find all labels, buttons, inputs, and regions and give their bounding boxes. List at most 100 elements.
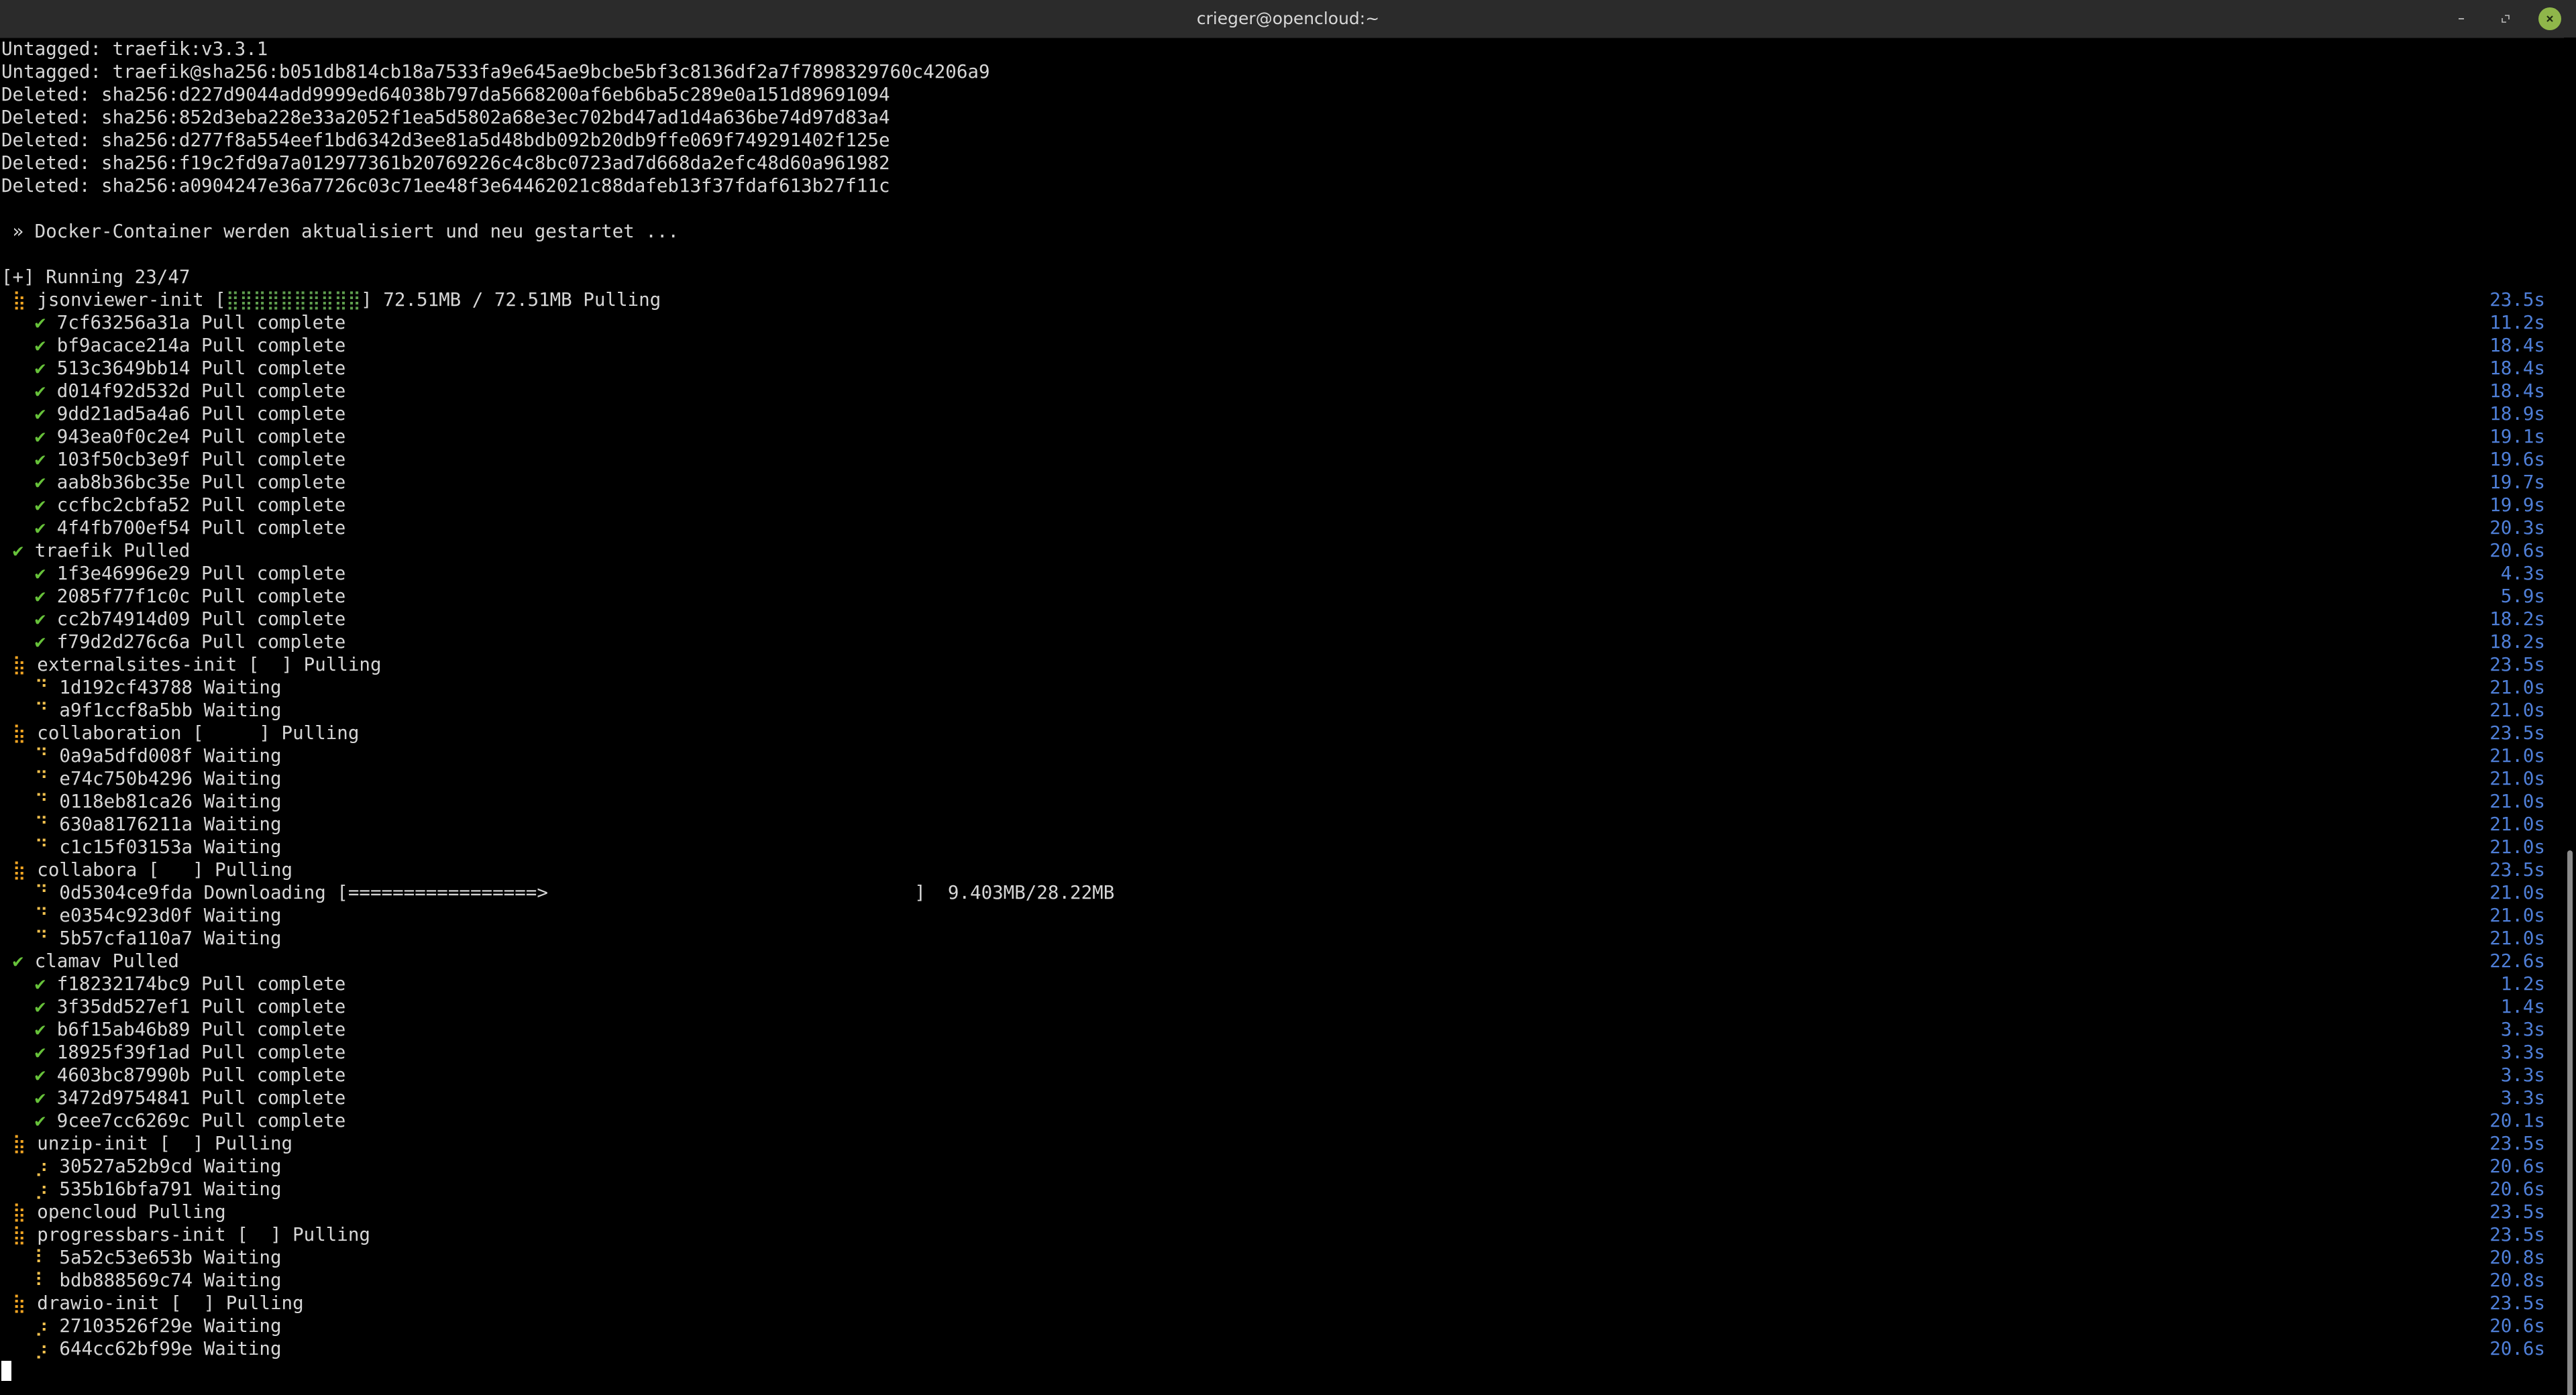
status-line: ⠙ a9f1ccf8a5bb Waiting 21.0s: [0, 699, 2564, 722]
status-line-content: ✔ 4603bc87990b Pull complete: [1, 1064, 346, 1086]
status-line-content: ✔ 3f35dd527ef1 Pull complete: [1, 995, 346, 1018]
waiting-spinner-icon: ⠙: [34, 768, 48, 789]
status-text: externalsites-init [ ] Pulling: [37, 654, 382, 675]
status-line-content: ✔ 943ea0f0c2e4 Pull complete: [1, 425, 346, 448]
status-text: 5a52c53e653b Waiting: [59, 1247, 282, 1268]
status-text: 9cee7cc6269c Pull complete: [56, 1110, 346, 1131]
status-line-content: ⣷ drawio-init [ ] Pulling: [1, 1292, 304, 1315]
terminal-line-text: Untagged: traefik@sha256:b051db814cb18a7…: [1, 61, 990, 82]
terminal-line-text: Deleted: sha256:a0904247e36a7726c03c71ee…: [1, 175, 890, 197]
status-line-content: ✔ aab8b36bc35e Pull complete: [1, 471, 346, 494]
duration-label: 19.7s: [2489, 471, 2545, 493]
status-line: ✔ f18232174bc9 Pull complete 1.2s: [0, 972, 2564, 995]
status-text: 3f35dd527ef1 Pull complete: [56, 996, 346, 1017]
terminal-line-text: Deleted: sha256:852d3eba228e33a2052f1ea5…: [1, 107, 890, 128]
terminal-line-text: Deleted: sha256:f19c2fd9a7a012977361b207…: [1, 152, 890, 174]
scrollbar[interactable]: [2564, 38, 2576, 1395]
status-line-content: ⣷ collabora [ ] Pulling: [1, 858, 293, 881]
minimize-icon: [2459, 18, 2464, 19]
status-line: ✔ 3472d9754841 Pull complete 3.3s: [0, 1086, 2564, 1109]
prompt-line[interactable]: [0, 1360, 2564, 1383]
status-text: drawio-init [ ] Pulling: [37, 1292, 304, 1314]
status-line: ✔ f79d2d276c6a Pull complete 18.2s: [0, 630, 2564, 653]
status-text: b6f15ab46b89 Pull complete: [56, 1019, 346, 1040]
status-line: ✔ b6f15ab46b89 Pull complete 3.3s: [0, 1018, 2564, 1041]
waiting-spinner-icon: ⡰: [34, 1178, 48, 1200]
status-line: ⣷ drawio-init [ ] Pulling 23.5s: [0, 1292, 2564, 1315]
maximize-icon: [2502, 15, 2510, 23]
terminal-line: Deleted: sha256:d277f8a554eef1bd6342d3ee…: [0, 129, 2564, 152]
status-line: ✔ ccfbc2cbfa52 Pull complete 19.9s: [0, 494, 2564, 516]
status-line-content: ✔ 103f50cb3e9f Pull complete: [1, 448, 346, 471]
status-line: ⠙ 630a8176211a Waiting 21.0s: [0, 813, 2564, 836]
status-line-content: ✔ 7cf63256a31a Pull complete: [1, 311, 346, 334]
status-text: aab8b36bc35e Pull complete: [56, 471, 346, 493]
status-text: e74c750b4296 Waiting: [59, 768, 282, 789]
status-line: ⠙ e74c750b4296 Waiting 21.0s: [0, 767, 2564, 790]
status-text: unzip-init [ ] Pulling: [37, 1133, 293, 1154]
terminal-line-text: Deleted: sha256:d227d9044add9999ed64038b…: [1, 84, 890, 105]
title-bar[interactable]: crieger@opencloud:~: [0, 0, 2576, 38]
check-icon: ✔: [34, 494, 46, 516]
spinner-icon: ⣷: [12, 1224, 26, 1245]
status-text: 27103526f29e Waiting: [59, 1315, 282, 1337]
status-line-content: ⠇ 5a52c53e653b Waiting: [1, 1246, 282, 1269]
status-line-content: ⠙ 5b57cfa110a7 Waiting: [1, 927, 282, 950]
spinner-icon: ⣷: [12, 859, 26, 881]
terminal-line: » Docker-Container werden aktualisiert u…: [0, 220, 2564, 243]
terminal-line: Untagged: traefik@sha256:b051db814cb18a7…: [0, 60, 2564, 83]
status-line: ⣷ opencloud Pulling 23.5s: [0, 1201, 2564, 1223]
status-text: 1d192cf43788 Waiting: [59, 677, 282, 698]
status-line: ⣷ collaboration [ ] Pulling 23.5s: [0, 722, 2564, 744]
prompt-content: [1, 1360, 11, 1383]
minimize-button[interactable]: [2450, 7, 2473, 30]
waiting-spinner-icon: ⠙: [34, 677, 48, 698]
duration-label: 20.8s: [2489, 1270, 2545, 1291]
status-line-content: ✔ clamav Pulled: [1, 950, 179, 972]
check-icon: ✔: [34, 563, 46, 584]
status-line-content: ⣷ unzip-init [ ] Pulling: [1, 1132, 293, 1155]
terminal-line: Deleted: sha256:a0904247e36a7726c03c71ee…: [0, 174, 2564, 197]
terminal-line: Deleted: sha256:d227d9044add9999ed64038b…: [0, 83, 2564, 106]
status-text: f18232174bc9 Pull complete: [56, 973, 346, 995]
status-line-content: ⠙ 0118eb81ca26 Waiting: [1, 790, 282, 813]
waiting-spinner-icon: ⠙: [34, 882, 48, 903]
status-line-content: ✔ bf9acace214a Pull complete: [1, 334, 346, 357]
duration-label: 20.6s: [2489, 540, 2545, 561]
status-line: ✔ 9dd21ad5a4a6 Pull complete 18.9s: [0, 402, 2564, 425]
status-line-content: ⠙ 0a9a5dfd008f Waiting: [1, 744, 282, 767]
spinner-icon: ⣷: [12, 1201, 26, 1223]
check-icon: ✔: [34, 471, 46, 493]
terminal-output[interactable]: Untagged: traefik:v3.3.1 Untagged: traefi…: [0, 38, 2564, 1395]
duration-label: 1.2s: [2500, 973, 2545, 995]
status-line: ⡰ 27103526f29e Waiting 20.6s: [0, 1315, 2564, 1337]
duration-label: 20.6s: [2489, 1178, 2545, 1200]
status-line-content: ⡰ 535b16bfa791 Waiting: [1, 1178, 282, 1201]
check-icon: ✔: [34, 1110, 46, 1131]
status-line-content: ✔ 3472d9754841 Pull complete: [1, 1086, 346, 1109]
duration-label: 3.3s: [2500, 1019, 2545, 1040]
status-text-2: ] 72.51MB / 72.51MB Pulling: [361, 289, 661, 311]
status-text: traefik Pulled: [34, 540, 191, 561]
check-icon: ✔: [34, 517, 46, 539]
check-icon: ✔: [34, 585, 46, 607]
status-text: collaboration [ ] Pulling: [37, 722, 360, 744]
status-text: 103f50cb3e9f Pull complete: [56, 449, 346, 470]
status-text: 0a9a5dfd008f Waiting: [59, 745, 282, 767]
duration-label: 18.9s: [2489, 403, 2545, 425]
status-text: 4603bc87990b Pull complete: [56, 1064, 346, 1086]
status-line-content: ✔ b6f15ab46b89 Pull complete: [1, 1018, 346, 1041]
maximize-button[interactable]: [2494, 7, 2517, 30]
duration-label: 21.0s: [2489, 745, 2545, 767]
status-line-content: ✔ d014f92d532d Pull complete: [1, 380, 346, 402]
status-line: ⡰ 535b16bfa791 Waiting 20.6s: [0, 1178, 2564, 1201]
terminal-line-text: [+] Running 23/47: [1, 266, 191, 288]
check-icon: ✔: [34, 380, 46, 402]
status-text: 1f3e46996e29 Pull complete: [56, 563, 346, 584]
duration-label: 21.0s: [2489, 700, 2545, 721]
scrollbar-thumb[interactable]: [2567, 850, 2573, 1395]
status-line: ⠙ 1d192cf43788 Waiting 21.0s: [0, 676, 2564, 699]
status-line-content: ✔ traefik Pulled: [1, 539, 191, 562]
close-button[interactable]: [2538, 7, 2561, 30]
progress-bar: ⣿⣿⣿⣿⣿⣿⣿⣿⣿⣿: [225, 289, 362, 311]
